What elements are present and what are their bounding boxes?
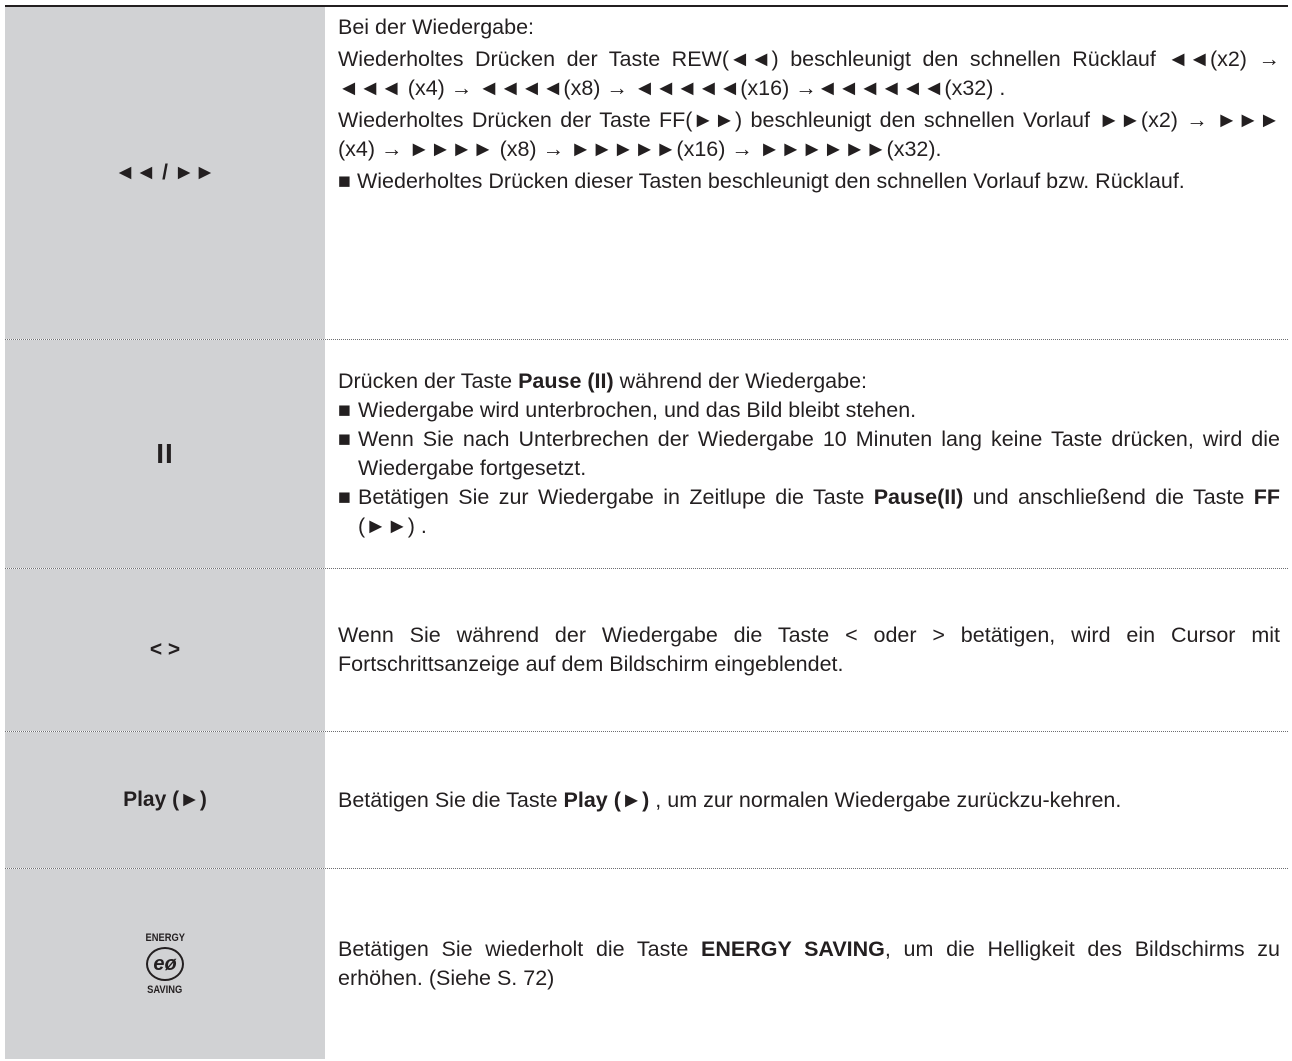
key-play: Play (►) bbox=[5, 732, 325, 868]
pause-icon: II bbox=[156, 438, 174, 469]
eco-leaf-icon: eø bbox=[146, 947, 184, 981]
bullet-text: Betätigen Sie zur Wiedergabe in Zeitlupe… bbox=[358, 485, 1280, 538]
row-cursor: < > Wenn Sie während der Wiedergabe die … bbox=[5, 569, 1288, 732]
key-cursor-label: < > bbox=[149, 638, 181, 661]
key-play-label: Play (►) bbox=[123, 788, 207, 811]
bullet-item: ■ Betätigen Sie zur Wiedergabe in Zeitlu… bbox=[338, 483, 1280, 541]
controls-table: ◄◄ / ►► Bei der Wiedergabe: Wiederholtes… bbox=[5, 5, 1288, 1059]
bullet-icon: ■ bbox=[338, 398, 351, 422]
bullet-text: Wenn Sie nach Unterbrechen der Wiedergab… bbox=[358, 427, 1280, 480]
key-pause: II bbox=[5, 340, 325, 568]
key-energy: ENERGY eø SAVING bbox=[5, 869, 325, 1059]
bullet-text: Wiedergabe wird unterbrochen, und das Bi… bbox=[358, 398, 917, 422]
desc-line: Betätigen Sie die Taste Play (►) , um zu… bbox=[338, 787, 1122, 812]
energy-saving-icon: ENERGY eø SAVING bbox=[142, 932, 188, 996]
desc-rew-ff: Bei der Wiedergabe: Wiederholtes Drücken… bbox=[325, 7, 1288, 339]
desc-energy: Betätigen Sie wiederholt die Taste ENERG… bbox=[325, 869, 1288, 1059]
desc-line: Wenn Sie während der Wiedergabe die Tast… bbox=[338, 623, 1280, 676]
saving-label: SAVING bbox=[147, 984, 183, 996]
key-rew-ff-label: ◄◄ / ►► bbox=[114, 161, 216, 184]
desc-cursor: Wenn Sie während der Wiedergabe die Tast… bbox=[325, 569, 1288, 731]
bullet-icon: ■ bbox=[338, 427, 351, 451]
row-energy: ENERGY eø SAVING Betätigen Sie wiederhol… bbox=[5, 869, 1288, 1059]
desc-line: Bei der Wiedergabe: bbox=[338, 15, 534, 39]
row-rew-ff: ◄◄ / ►► Bei der Wiedergabe: Wiederholtes… bbox=[5, 7, 1288, 340]
row-play: Play (►) Betätigen Sie die Taste Play (►… bbox=[5, 732, 1288, 869]
desc-line: Wiederholtes Drücken der Taste REW(◄◄) b… bbox=[338, 47, 1280, 100]
desc-line: Drücken der Taste Pause (II) während der… bbox=[338, 369, 868, 393]
energy-label: ENERGY bbox=[145, 932, 185, 944]
desc-line: Wiederholtes Drücken der Taste FF(►►) be… bbox=[338, 108, 1280, 161]
bullet-item: ■ Wiedergabe wird unterbrochen, und das … bbox=[338, 396, 1280, 425]
bullet-icon: ■ bbox=[338, 485, 351, 509]
row-pause: II Drücken der Taste Pause (II) während … bbox=[5, 340, 1288, 569]
desc-line: Betätigen Sie wiederholt die Taste ENERG… bbox=[338, 937, 1280, 990]
key-rew-ff: ◄◄ / ►► bbox=[5, 7, 325, 339]
bullet-item: ■ Wenn Sie nach Unterbrechen der Wiederg… bbox=[338, 425, 1280, 483]
desc-line: ■ Wiederholtes Drücken dieser Tasten bes… bbox=[338, 169, 1185, 193]
desc-pause: Drücken der Taste Pause (II) während der… bbox=[325, 340, 1288, 568]
desc-play: Betätigen Sie die Taste Play (►) , um zu… bbox=[325, 732, 1288, 868]
key-cursor: < > bbox=[5, 569, 325, 731]
